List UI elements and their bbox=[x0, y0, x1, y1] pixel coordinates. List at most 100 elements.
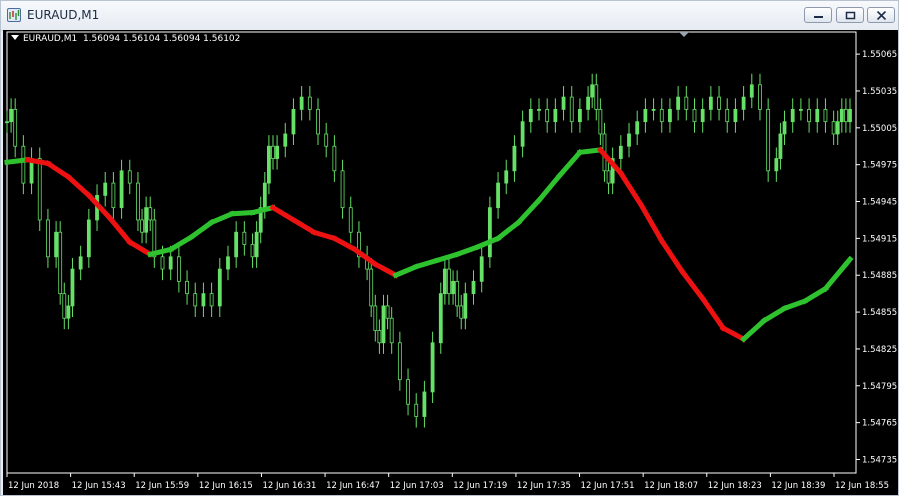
x-tick-label: 12 Jun 16:31 bbox=[262, 481, 316, 491]
ma-segment bbox=[658, 237, 686, 276]
ma-segment bbox=[290, 216, 318, 236]
ma-segment bbox=[229, 209, 256, 217]
ma-segment bbox=[167, 233, 195, 253]
candle-body bbox=[291, 108, 296, 135]
candle-body bbox=[373, 305, 378, 331]
y-tick-label: 1.54735 bbox=[862, 455, 897, 465]
ma-segment bbox=[617, 169, 645, 209]
candle-body bbox=[844, 108, 848, 123]
candle-body bbox=[561, 96, 566, 110]
candle-body bbox=[651, 108, 656, 111]
restore-button[interactable] bbox=[836, 7, 864, 23]
candle-body bbox=[176, 256, 181, 282]
candle-body bbox=[618, 145, 623, 159]
candle-body bbox=[528, 108, 533, 123]
ma-segment bbox=[453, 243, 481, 258]
candle-body bbox=[209, 293, 214, 307]
candle-body bbox=[553, 108, 558, 123]
candle-body bbox=[569, 96, 574, 123]
candle-body bbox=[848, 108, 852, 123]
restore-icon bbox=[845, 11, 856, 20]
candle-body bbox=[451, 280, 455, 295]
close-icon bbox=[876, 11, 887, 20]
candle-body bbox=[733, 108, 738, 123]
ma-segment bbox=[126, 238, 154, 258]
candle-body bbox=[119, 170, 124, 209]
candle-body bbox=[778, 133, 783, 159]
candle-body bbox=[684, 96, 689, 110]
candle-body bbox=[389, 317, 394, 344]
x-tick-label: 12 Jun 17:51 bbox=[581, 481, 635, 491]
candle-body bbox=[78, 256, 83, 270]
candle-body bbox=[316, 108, 320, 135]
candle-body bbox=[442, 268, 447, 295]
ma-segment bbox=[842, 255, 854, 268]
ma-segment bbox=[105, 213, 134, 246]
candle-body bbox=[111, 182, 116, 209]
candle-body bbox=[635, 121, 640, 135]
candle-body bbox=[512, 145, 517, 172]
minimize-button[interactable] bbox=[804, 7, 832, 23]
candle-body bbox=[160, 256, 165, 270]
candle-body bbox=[381, 305, 386, 344]
y-tick-label: 1.55035 bbox=[862, 87, 897, 97]
candle-body bbox=[545, 108, 550, 123]
candle-body bbox=[185, 280, 189, 295]
candle-body bbox=[463, 293, 468, 319]
x-tick-label: 12 Jun 15:59 bbox=[135, 481, 189, 491]
candle-body bbox=[471, 280, 476, 295]
ma-segment bbox=[269, 204, 297, 224]
candle-body bbox=[66, 305, 71, 319]
ma-segment bbox=[699, 295, 727, 332]
y-tick-label: 1.54795 bbox=[862, 382, 897, 392]
ma-segment bbox=[740, 317, 768, 343]
candle-body bbox=[741, 96, 746, 110]
title-bar[interactable]: EURAUD,M1 bbox=[1, 1, 898, 31]
x-tick-label: 12 Jun 2018 bbox=[8, 481, 59, 491]
candle-body bbox=[242, 231, 247, 245]
y-tick-label: 1.55005 bbox=[862, 124, 897, 134]
chart-ohlc: 1.56094 1.56104 1.56094 1.56102 bbox=[82, 34, 241, 44]
candle-body bbox=[234, 231, 239, 258]
candle-body bbox=[262, 182, 267, 209]
ma-segment bbox=[719, 324, 747, 343]
candle-body bbox=[54, 231, 59, 258]
candle-body bbox=[766, 108, 771, 172]
candle-body bbox=[58, 231, 63, 295]
candle-body bbox=[271, 145, 275, 159]
y-tick-label: 1.54855 bbox=[862, 308, 897, 318]
ma-segment bbox=[555, 148, 584, 180]
chart-window: EURAUD,M1 1.55065 1.55035 1.55005 1.54975 1.… bbox=[0, 0, 899, 496]
candle-body bbox=[700, 108, 705, 123]
y-tick-label: 1.54885 bbox=[862, 271, 897, 281]
candle-body bbox=[430, 342, 435, 393]
chart-header: EURAUD,M1 1.56094 1.56104 1.56094 1.5610… bbox=[11, 34, 240, 44]
candle-body bbox=[348, 207, 353, 233]
x-tick-label: 12 Jun 18:55 bbox=[835, 481, 889, 491]
candle-body bbox=[758, 84, 762, 110]
x-tick-label: 12 Jun 18:07 bbox=[644, 481, 698, 491]
candle-body bbox=[438, 293, 443, 344]
ma-segment bbox=[208, 210, 236, 226]
chart-canvas[interactable]: 1.55065 1.55035 1.55005 1.54975 1.54945 1.549… bbox=[3, 30, 898, 495]
x-tick-label: 12 Jun 16:47 bbox=[326, 481, 380, 491]
candle-body bbox=[103, 182, 108, 196]
chart-menu-triangle-icon[interactable] bbox=[11, 35, 19, 40]
ma-segment bbox=[371, 260, 400, 279]
candle-body bbox=[831, 121, 836, 135]
ma-segment bbox=[514, 196, 543, 226]
candle-body bbox=[676, 96, 681, 110]
candle-body bbox=[537, 108, 541, 111]
candle-body bbox=[668, 108, 672, 123]
chart-shift-marker bbox=[679, 32, 689, 37]
price-chart[interactable]: 1.55065 1.55035 1.55005 1.54975 1.54945 1.549… bbox=[3, 30, 898, 495]
close-button[interactable] bbox=[867, 7, 895, 23]
candle-body bbox=[643, 108, 648, 123]
candle-body bbox=[606, 170, 611, 184]
window-title: EURAUD,M1 bbox=[27, 8, 100, 22]
candle-body bbox=[782, 121, 787, 135]
candle-body bbox=[70, 268, 75, 307]
candle-body bbox=[283, 133, 288, 147]
candle-body bbox=[140, 219, 144, 233]
y-tick-label: 1.54765 bbox=[862, 419, 897, 429]
